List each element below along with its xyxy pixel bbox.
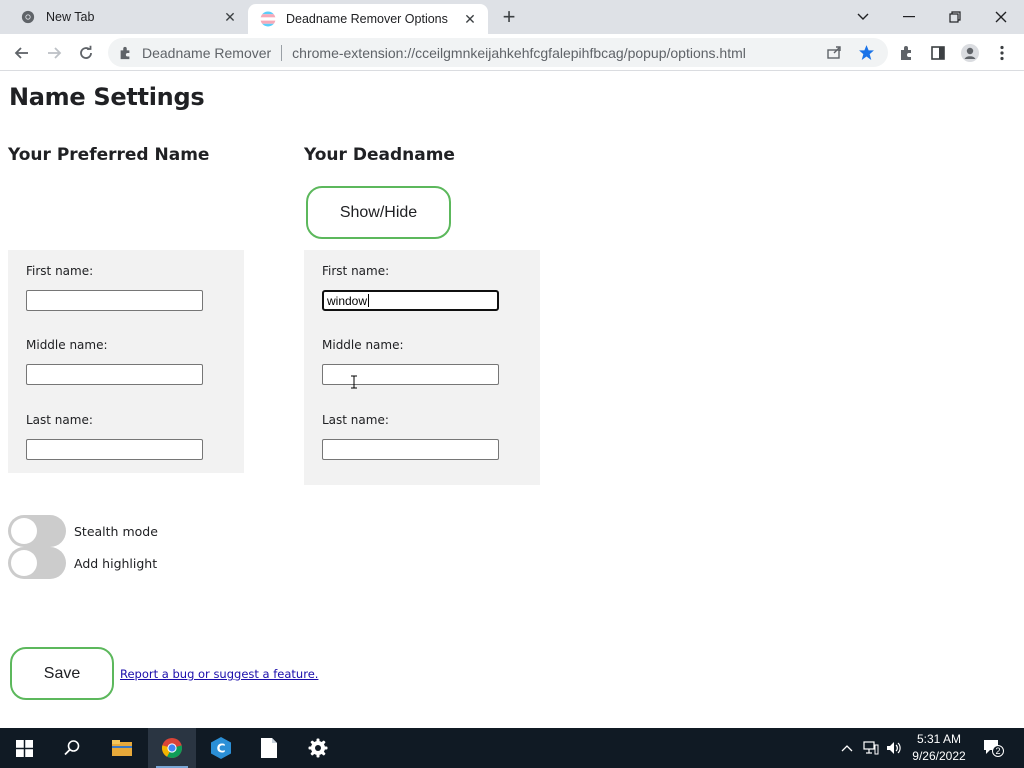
tab-new-tab[interactable]: New Tab ✕	[8, 0, 248, 34]
preferred-name-box: First name: Middle name: Last name:	[8, 250, 244, 473]
tab-title: Deadname Remover Options	[286, 12, 448, 26]
back-arrow-icon[interactable]	[8, 39, 36, 67]
stealth-mode-toggle[interactable]	[8, 515, 66, 547]
clock-date: 9/26/2022	[912, 749, 966, 763]
preferred-last-input[interactable]	[26, 439, 203, 460]
omnibox-divider	[281, 44, 283, 61]
chevron-up-icon[interactable]	[838, 728, 856, 768]
ibeam-cursor-icon	[351, 375, 357, 389]
windows-start-icon[interactable]	[0, 728, 48, 768]
close-tab-icon[interactable]: ✕	[222, 9, 238, 25]
restore-icon[interactable]	[932, 0, 978, 34]
extensions-icon[interactable]	[892, 39, 920, 67]
profile-avatar-icon[interactable]	[956, 39, 984, 67]
bookmark-star-icon[interactable]	[852, 38, 880, 66]
chrome-taskbar-icon[interactable]	[148, 728, 196, 768]
add-highlight-label: Add highlight	[74, 555, 158, 571]
trans-flag-icon	[260, 11, 276, 27]
file-explorer-icon[interactable]	[98, 728, 146, 768]
preferred-last-label: Last name:	[26, 413, 93, 427]
page-title: Name Settings	[9, 83, 205, 111]
preferred-first-input[interactable]	[26, 290, 203, 311]
site-name: Deadname Remover	[142, 44, 272, 61]
clock-time: 5:31 AM	[916, 732, 962, 746]
chrome-icon	[20, 9, 36, 25]
deadname-first-value: window	[327, 293, 368, 308]
browser-toolbar: Deadname Remover chrome-extension://ccei…	[0, 34, 1024, 71]
address-bar[interactable]: Deadname Remover chrome-extension://ccei…	[108, 38, 888, 67]
show-hide-button[interactable]: Show/Hide	[306, 186, 451, 239]
kebab-menu-icon[interactable]	[988, 39, 1016, 67]
code-editor-icon[interactable]: C	[197, 728, 245, 768]
preferred-first-label: First name:	[26, 264, 94, 278]
text-caret	[368, 294, 370, 307]
deadname-middle-label: Middle name:	[322, 338, 404, 352]
preferred-name-heading: Your Preferred Name	[8, 145, 210, 165]
search-icon[interactable]	[48, 728, 96, 768]
close-tab-icon[interactable]: ✕	[462, 11, 478, 27]
notification-center-icon[interactable]: 2	[980, 728, 1006, 768]
forward-arrow-icon[interactable]	[40, 39, 68, 67]
deadname-first-label: First name:	[322, 264, 390, 278]
minimize-icon[interactable]	[886, 0, 932, 34]
notification-count: 2	[995, 746, 1001, 756]
notepad-icon[interactable]	[245, 728, 293, 768]
options-page: Name Settings Your Preferred Name Your D…	[0, 72, 1024, 728]
tab-strip: New Tab ✕ Deadname Remover Options ✕ +	[0, 0, 1024, 34]
new-tab-button[interactable]: +	[497, 4, 521, 29]
deadname-box: First name: window Middle name: Last nam…	[304, 250, 540, 485]
deadname-last-input[interactable]	[322, 439, 499, 460]
report-bug-link[interactable]: Report a bug or suggest a feature.	[120, 667, 318, 681]
tab-deadname-options[interactable]: Deadname Remover Options ✕	[248, 4, 488, 34]
deadname-first-input[interactable]: window	[322, 290, 499, 311]
settings-gear-icon[interactable]	[294, 728, 342, 768]
stealth-mode-label: Stealth mode	[74, 523, 158, 539]
preferred-middle-label: Middle name:	[26, 338, 108, 352]
taskbar-clock[interactable]: 5:31 AM 9/26/2022	[900, 731, 978, 765]
deadname-last-label: Last name:	[322, 413, 389, 427]
deadname-heading: Your Deadname	[304, 145, 455, 165]
toggle-knob	[11, 550, 37, 576]
tab-title: New Tab	[46, 10, 95, 24]
stealth-mode-row: Stealth mode	[8, 515, 158, 547]
windows-taskbar: C 5:31 AM 9/26/2022 2	[0, 728, 1024, 768]
side-panel-icon[interactable]	[924, 39, 952, 67]
toggle-knob	[11, 518, 37, 544]
preferred-middle-input[interactable]	[26, 364, 203, 385]
svg-text:C: C	[217, 742, 226, 756]
close-window-icon[interactable]	[978, 0, 1024, 34]
network-icon[interactable]	[860, 728, 882, 768]
add-highlight-row: Add highlight	[8, 547, 157, 579]
save-button[interactable]: Save	[10, 647, 114, 700]
reload-icon[interactable]	[72, 39, 100, 67]
puzzle-icon	[118, 45, 134, 61]
add-highlight-toggle[interactable]	[8, 547, 66, 579]
url-text: chrome-extension://cceilgmnkeijahkehfcgf…	[292, 44, 746, 61]
chevron-down-icon[interactable]	[840, 0, 886, 34]
share-icon[interactable]	[820, 38, 848, 66]
